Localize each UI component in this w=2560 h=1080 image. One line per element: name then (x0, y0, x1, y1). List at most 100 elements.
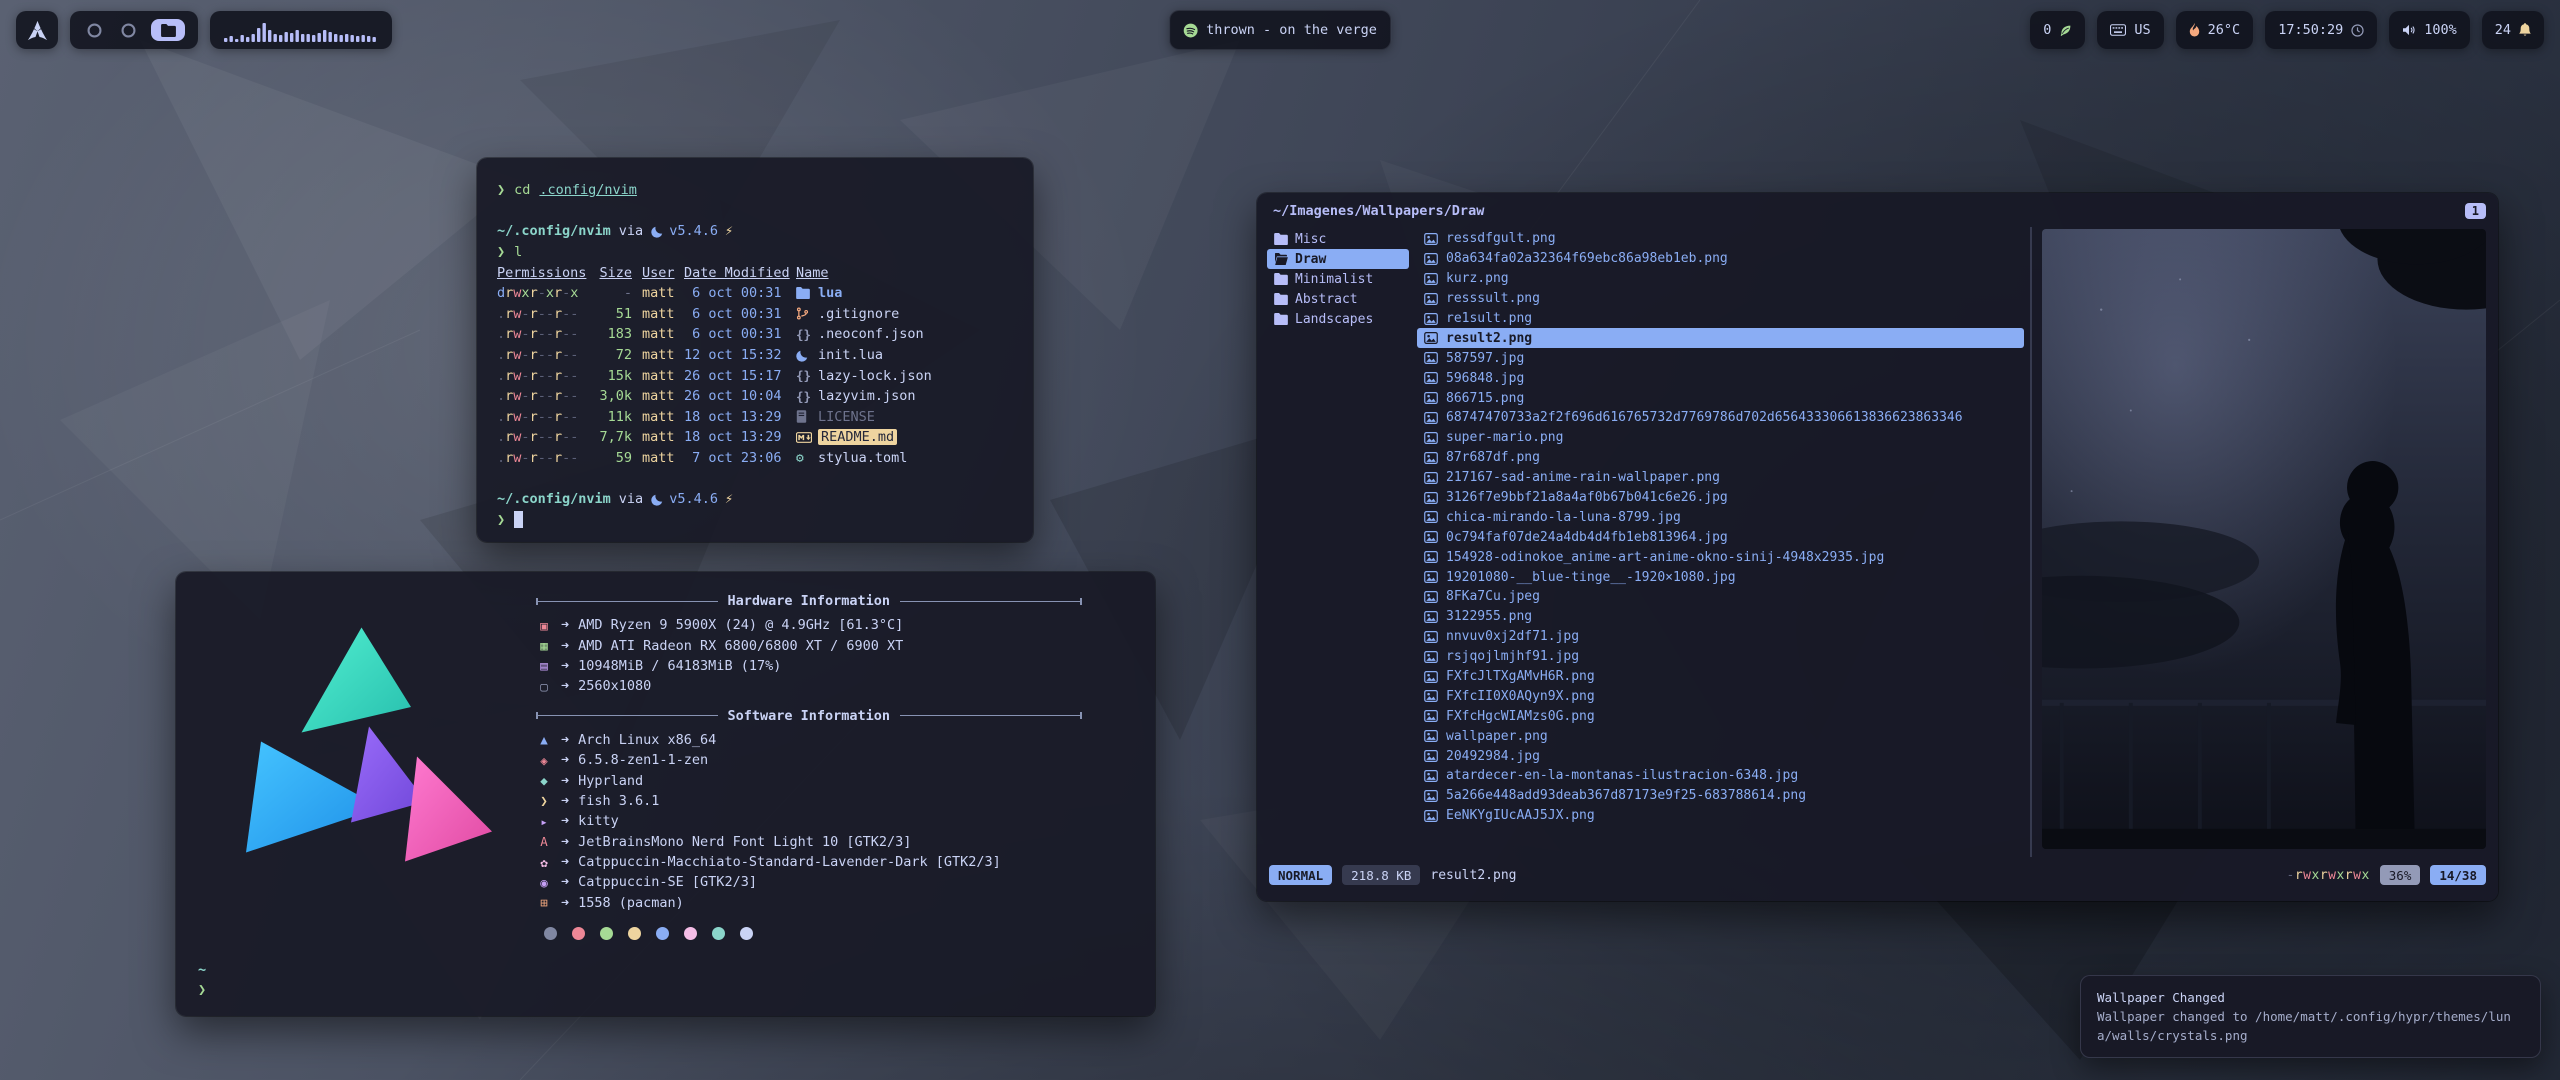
file-manager-window[interactable]: ~/Imagenes/Wallpapers/Draw 1 MiscDrawMin… (1257, 193, 2498, 901)
palette-dot (600, 927, 613, 940)
file-row[interactable]: atardecer-en-la-montanas-ilustracion-634… (1417, 766, 2024, 786)
terminal-nvim-window[interactable]: ❯cd.config/nvim ~/.config/nvimviav5.4.6⚡… (477, 158, 1033, 542)
file-row[interactable]: 0c794faf07de24a4db4d4fb1eb813964.jpg (1417, 527, 2024, 547)
cpu-icon: ▣ (536, 618, 552, 633)
file-row[interactable]: 68747470733a2f2f696d616765732d7769786d70… (1417, 408, 2024, 428)
selected-filename: result2.png (1430, 868, 1516, 883)
arrow-icon: ➜ (561, 874, 569, 890)
file-row[interactable]: 3122955.png (1417, 607, 2024, 627)
wallpaper-changed-notification[interactable]: Wallpaper Changed Wallpaper changed to /… (2080, 975, 2541, 1058)
image-file-icon (1424, 233, 1438, 245)
fetch-display-line: ▢➜2560x1080 (536, 676, 1129, 696)
sidebar-folder-landscapes[interactable]: Landscapes (1267, 309, 1409, 329)
sidebar-folder-misc[interactable]: Misc (1267, 229, 1409, 249)
launcher-button[interactable] (16, 11, 58, 49)
file-row[interactable]: wallpaper.png (1417, 726, 2024, 746)
volume-module[interactable]: 100% (2389, 11, 2470, 49)
palette-dot (544, 927, 557, 940)
listing-row: .rw-r--r--72matt12 oct 15:32init.lua (497, 345, 1013, 366)
image-file-icon (1424, 432, 1438, 444)
image-file-icon (1424, 531, 1438, 543)
file-row[interactable]: EeNKYgIUcAAJ5JX.png (1417, 806, 2024, 826)
music-player-widget[interactable]: thrown - on the verge (1169, 10, 1391, 50)
file-row[interactable]: resssult.png (1417, 289, 2024, 309)
circle-icon (86, 22, 103, 39)
fetch-memory-line: ▤➜10948MiB / 64183MiB (17%) (536, 656, 1129, 676)
file-row[interactable]: kurz.png (1417, 269, 2024, 289)
workspace-2-button[interactable] (117, 19, 139, 41)
updates-count: 0 (2043, 22, 2051, 38)
listing-row: .rw-r--r--183matt 6 oct 00:31{}.neoconf.… (497, 324, 1013, 345)
file-manager-statusbar: NORMAL 218.8 KB result2.png -rwxrwxrwx 3… (1257, 857, 2498, 901)
file-row[interactable]: 217167-sad-anime-rain-wallpaper.png (1417, 468, 2024, 488)
file-row[interactable]: 587597.jpg (1417, 348, 2024, 368)
braces-icon: {} (796, 327, 818, 342)
image-file-icon (1424, 571, 1438, 583)
file-row[interactable]: 19201080-__blue-tinge__-1920×1080.jpg (1417, 567, 2024, 587)
bell-icon (2519, 23, 2531, 37)
workspace-3-button-active[interactable] (151, 19, 185, 41)
file-row[interactable]: nnvuv0xj2df71.jpg (1417, 627, 2024, 647)
file-row[interactable]: 5a266e448add93deab367d87173e9f25-6837886… (1417, 786, 2024, 806)
listing-row: drwxr-xr-x-matt 6 oct 00:31lua (497, 283, 1013, 304)
palette-dot (740, 927, 753, 940)
lua-moon-icon (651, 493, 664, 506)
arrow-icon: ➜ (561, 793, 569, 809)
updates-module[interactable]: 0 (2030, 11, 2085, 49)
image-file-icon (1424, 651, 1438, 663)
file-row[interactable]: ressdfgult.png (1417, 229, 2024, 249)
icons-icon: ◉ (536, 875, 552, 890)
breadcrumb-path: ~/Imagenes/Wallpapers/Draw (1273, 203, 1484, 219)
file-row[interactable]: rsjqojlmjhf91.jpg (1417, 647, 2024, 667)
display-icon: ▢ (536, 679, 552, 694)
file-row[interactable]: chica-mirando-la-luna-8799.jpg (1417, 507, 2024, 527)
keyboard-layout-module[interactable]: US (2097, 11, 2163, 49)
file-row[interactable]: super-mario.png (1417, 428, 2024, 448)
image-file-icon (1424, 671, 1438, 683)
sidebar-folder-abstract[interactable]: Abstract (1267, 289, 1409, 309)
file-row[interactable]: FXfcII0X0AQyn9X.png (1417, 686, 2024, 706)
file-row[interactable]: 596848.jpg (1417, 368, 2024, 388)
topbar-right-modules: 0 US 26°C 17:50:29 10 (2030, 11, 2544, 49)
image-file-icon (1424, 511, 1438, 523)
sidebar-folder-minimalist[interactable]: Minimalist (1267, 269, 1409, 289)
temperature-module[interactable]: 26°C (2176, 11, 2254, 49)
notification-body: Wallpaper changed to /home/matt/.config/… (2097, 1007, 2524, 1045)
file-row[interactable]: 20492984.jpg (1417, 746, 2024, 766)
scroll-percent-badge: 36% (2380, 865, 2421, 885)
file-row[interactable]: FXfcJlTXgAMvH6R.png (1417, 667, 2024, 687)
topbar-left-modules (16, 11, 392, 49)
listing-row: .rw-r--r--15kmatt26 oct 15:17{}lazy-lock… (497, 365, 1013, 386)
file-row[interactable]: 87r687df.png (1417, 448, 2024, 468)
clock-module[interactable]: 17:50:29 (2265, 11, 2377, 49)
file-row[interactable]: 866715.png (1417, 388, 2024, 408)
fetch-terminal-window[interactable]: Hardware Information ▣➜AMD Ryzen 9 5900X… (176, 572, 1155, 1016)
file-row[interactable]: result2.png (1417, 328, 2024, 348)
notifications-module[interactable]: 24 (2482, 11, 2544, 49)
file-row[interactable]: 154928-odinokoe_anime-art-anime-okno-sin… (1417, 547, 2024, 567)
palette-dot (656, 927, 669, 940)
speaker-icon (2402, 24, 2416, 36)
software-info-lines: ▲➜Arch Linux x86_64◈➜6.5.8-zen1-1-zen◆➜H… (536, 730, 1129, 914)
file-row[interactable]: 8FKa7Cu.jpeg (1417, 587, 2024, 607)
file-row[interactable]: 08a634fa02a32364f69ebc86a98eb1eb.png (1417, 249, 2024, 269)
mode-badge: NORMAL (1269, 865, 1332, 885)
file-row[interactable]: 3126f7e9bbf21a8a4af0b67b041c6e26.jpg (1417, 488, 2024, 508)
hyprland-logo (186, 586, 536, 940)
file-row[interactable]: re1sult.png (1417, 309, 2024, 329)
arrow-icon: ➜ (561, 773, 569, 789)
sidebar-folder-draw[interactable]: Draw (1267, 249, 1409, 269)
folder-icon (796, 287, 818, 299)
command-line-cd: ❯cd.config/nvim (497, 180, 1013, 201)
arrow-icon: ➜ (561, 813, 569, 829)
file-row[interactable]: FXfcHgcWIAMzs0G.png (1417, 706, 2024, 726)
command-line-ls: ❯l (497, 242, 1013, 263)
list-position-badge: 14/38 (2430, 865, 2486, 885)
image-file-icon (1424, 332, 1438, 344)
terminal-cursor (514, 511, 523, 528)
workspace-1-button[interactable] (83, 19, 105, 41)
file-permissions: -rwxrwxrwx (2287, 868, 2370, 883)
fetch-icons-line: ◉➜Catppuccin-SE [GTK2/3] (536, 872, 1129, 892)
workspaces (70, 11, 198, 49)
visualizer-bars (224, 18, 378, 42)
